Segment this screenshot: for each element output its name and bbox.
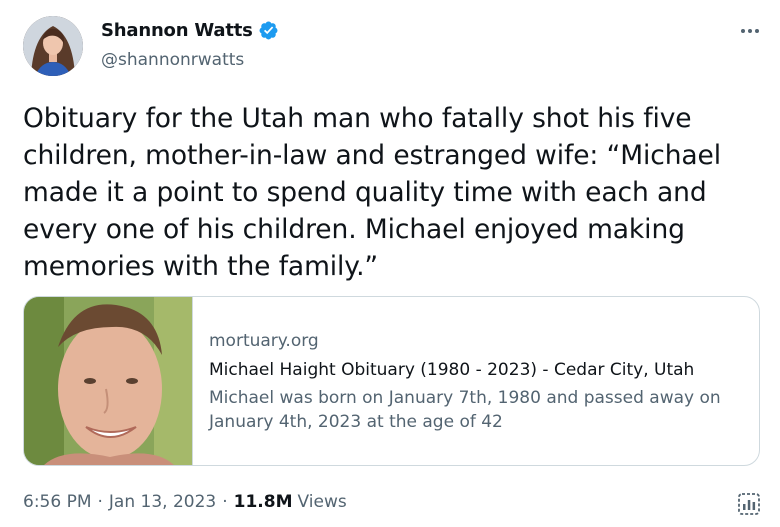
card-domain: mortuary.org (209, 331, 319, 351)
tweet-text: Obituary for the Utah man who fatally sh… (23, 103, 721, 282)
tweet-time[interactable]: 6:56 PM (23, 492, 92, 512)
link-card[interactable]: mortuary.org Michael Haight Obituary (19… (23, 296, 760, 466)
author-handle[interactable]: @shannonrwatts (101, 50, 244, 70)
tweet-date[interactable]: Jan 13, 2023 (109, 492, 216, 512)
card-thumbnail[interactable] (24, 297, 193, 465)
card-title[interactable]: Michael Haight Obituary (1980 - 2023) - … (209, 359, 749, 381)
meta-separator: · (222, 492, 228, 512)
card-description: Michael was born on January 7th, 1980 an… (209, 388, 721, 432)
meta-separator: · (97, 492, 103, 512)
avatar[interactable] (23, 16, 83, 76)
verified-badge-icon (258, 20, 279, 41)
analytics-icon[interactable] (736, 491, 762, 517)
author-name-row[interactable]: Shannon Watts (101, 20, 279, 41)
views-count: 11.8M (233, 492, 293, 512)
tweet-meta: 6:56 PM · Jan 13, 2023 · 11.8M Views (23, 492, 347, 512)
views-label: Views (297, 492, 347, 512)
author-name[interactable]: Shannon Watts (101, 20, 253, 41)
more-horizontal-icon[interactable] (737, 21, 763, 41)
